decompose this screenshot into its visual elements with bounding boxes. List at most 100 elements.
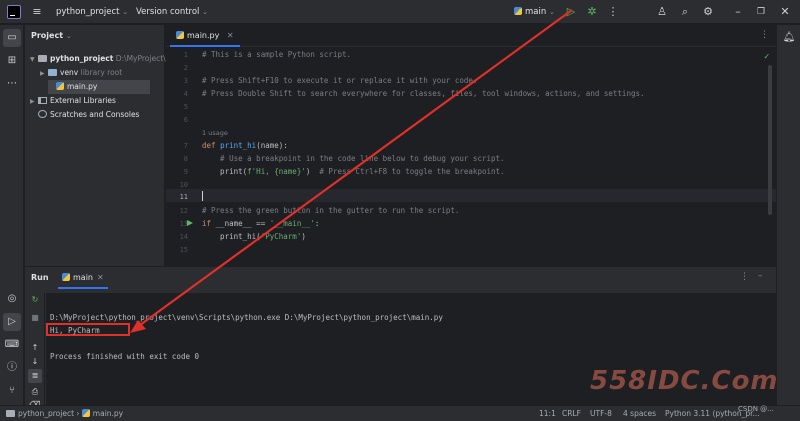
- project-selector[interactable]: python_project ⌄: [56, 0, 128, 24]
- line-number: 15: [179, 246, 188, 254]
- run-tab-main[interactable]: main ✕: [58, 267, 108, 289]
- run-panel-minimize-icon[interactable]: –: [758, 271, 763, 281]
- close-icon[interactable]: ✕: [777, 4, 793, 20]
- scratches-icon: [38, 110, 47, 118]
- line-number: 10: [179, 181, 188, 189]
- pycharm-logo-icon: [7, 5, 21, 19]
- caret-position[interactable]: 11:1: [539, 406, 556, 421]
- watermark-logo: 558IDC.Com: [590, 366, 779, 396]
- collapse-arrow-icon: ▶: [30, 98, 35, 105]
- tree-item-scratches[interactable]: Scratches and Consoles: [38, 108, 139, 122]
- folder-icon: [6, 410, 15, 417]
- settings-gear-icon[interactable]: ⚙: [700, 4, 716, 20]
- python-packages-icon[interactable]: ◎: [3, 290, 21, 308]
- code-line-12: # Press the green button in the gutter t…: [202, 206, 460, 215]
- line-number: 6: [183, 116, 188, 124]
- file-encoding[interactable]: UTF-8: [590, 406, 612, 421]
- console-output-line: Hi, PyCharm: [50, 326, 100, 335]
- line-number: 12: [179, 207, 188, 215]
- line-number: 5: [183, 103, 188, 111]
- no-problems-check-icon[interactable]: ✓: [764, 52, 769, 62]
- project-root-path: D:\MyProject\: [115, 54, 166, 63]
- rerun-icon[interactable]: ↻: [28, 293, 42, 307]
- run-config-selector[interactable]: main ⌄: [514, 0, 555, 24]
- main-menu-icon[interactable]: ≡: [29, 4, 45, 20]
- code-editor[interactable]: ✓ 1 2 3 4 5 6 7 8 9 10 11 12 13 14 15 # …: [166, 47, 776, 266]
- tab-options-icon[interactable]: ⋮: [760, 30, 769, 40]
- line-ending[interactable]: CRLF: [562, 406, 581, 421]
- line-number: 8: [183, 155, 188, 163]
- python-file-icon: [81, 409, 90, 417]
- code-line-4: # Press Double Shift to search everywher…: [202, 89, 645, 98]
- indent-setting[interactable]: 4 spaces: [623, 406, 656, 421]
- line-number: 13: [179, 220, 188, 228]
- main-py-label: main.py: [67, 82, 98, 91]
- code-line-1: # This is a sample Python script.: [202, 50, 352, 59]
- fstring-literal: f'Hi, {name}': [247, 167, 306, 176]
- status-bar: python_project › main.py 11:1 CRLF UTF-8…: [0, 405, 800, 421]
- python-file-icon: [514, 7, 522, 15]
- main-check: __name__ ==: [211, 219, 270, 228]
- stop-icon[interactable]: ■: [28, 311, 42, 325]
- run-tab-label: main: [73, 273, 93, 282]
- call-print-hi: print_hi(: [202, 232, 261, 241]
- breadcrumb[interactable]: python_project › main.py: [6, 406, 123, 421]
- run-tool-icon[interactable]: ▷: [3, 313, 21, 331]
- chevron-down-icon: ⌄: [122, 8, 129, 16]
- structure-tool-icon[interactable]: ⊞: [3, 52, 21, 70]
- chevron-down-icon: ⌄: [202, 8, 209, 16]
- print-icon[interactable]: ⎙: [28, 385, 42, 399]
- editor-tab-bar: main.py ✕ ⋮: [166, 25, 776, 47]
- restore-icon[interactable]: ❐: [753, 4, 769, 20]
- line-number: 4: [183, 90, 188, 98]
- git-icon[interactable]: ⑂: [3, 382, 21, 400]
- usages-hint[interactable]: 1 usage: [202, 129, 228, 137]
- more-tools-icon[interactable]: ⋯: [3, 75, 21, 93]
- pycharm-string: 'PyCharm': [260, 232, 302, 241]
- title-bar: ≡ python_project ⌄ Version control ⌄ mai…: [0, 0, 800, 24]
- minimize-icon[interactable]: –: [730, 4, 746, 20]
- code-line-9: print(f'Hi, {name}') # Press Ctrl+F8 to …: [202, 167, 505, 176]
- add-user-icon[interactable]: ♙: [654, 4, 670, 20]
- code-line-14: print_hi('PyCharm'): [202, 232, 306, 241]
- gutter-run-icon[interactable]: [187, 220, 193, 226]
- tree-item-external-libraries[interactable]: ▶ External Libraries: [30, 94, 116, 108]
- tree-item-project-root[interactable]: ▼ python_project D:\MyProject\: [30, 52, 166, 66]
- debug-icon[interactable]: ✲: [584, 4, 600, 20]
- external-libraries-label: External Libraries: [50, 96, 116, 105]
- inline-comment: # Press Ctrl+F8 to toggle the breakpoint…: [319, 167, 505, 176]
- collapse-arrow-icon: ▶: [40, 70, 45, 77]
- line-number-current: 11: [179, 193, 188, 201]
- breadcrumb-project: python_project: [18, 409, 75, 418]
- editor-scrollbar[interactable]: [768, 65, 772, 215]
- vcs-selector-label: Version control: [136, 7, 200, 17]
- vcs-selector[interactable]: Version control ⌄: [136, 0, 208, 24]
- scroll-down-icon[interactable]: ↓: [28, 355, 42, 369]
- run-panel-options-icon[interactable]: ⋮: [740, 272, 749, 282]
- main-string: '__main__': [269, 219, 315, 228]
- python-file-icon: [176, 31, 184, 39]
- tab-close-icon[interactable]: ✕: [227, 31, 234, 40]
- watermark-small: CSDN @...: [738, 405, 774, 413]
- problems-icon[interactable]: ⓘ: [3, 359, 21, 377]
- venv-label: venv: [60, 68, 79, 77]
- project-panel: Project ⌄ ▼ python_project D:\MyProject\ …: [25, 25, 166, 266]
- tree-item-main-py[interactable]: main.py: [48, 80, 150, 94]
- terminal-icon[interactable]: ⌨: [3, 336, 21, 354]
- tab-close-icon[interactable]: ✕: [97, 273, 104, 282]
- editor-tab-main-py[interactable]: main.py ✕: [170, 25, 240, 47]
- more-actions-icon[interactable]: ⋮: [605, 4, 621, 20]
- line-number: 2: [183, 64, 188, 72]
- soft-wrap-icon[interactable]: ≣: [28, 369, 42, 383]
- expand-arrow-icon: ▼: [30, 56, 35, 63]
- run-icon[interactable]: ▷: [563, 4, 579, 20]
- project-panel-header[interactable]: Project ⌄: [31, 29, 72, 43]
- project-tool-icon[interactable]: ▭: [3, 29, 21, 47]
- breadcrumb-separator-icon: ›: [76, 409, 82, 418]
- notifications-icon[interactable]: 🔔︎: [780, 29, 798, 47]
- run-toolbar: ↻ ■ ↑ ↓ ≣ ⎙ ⌫: [25, 293, 45, 409]
- folder-icon: [48, 69, 57, 76]
- scroll-up-icon[interactable]: ↑: [28, 341, 42, 355]
- tree-item-venv[interactable]: ▶ venv library root: [40, 66, 122, 80]
- search-icon[interactable]: ⌕: [677, 4, 693, 20]
